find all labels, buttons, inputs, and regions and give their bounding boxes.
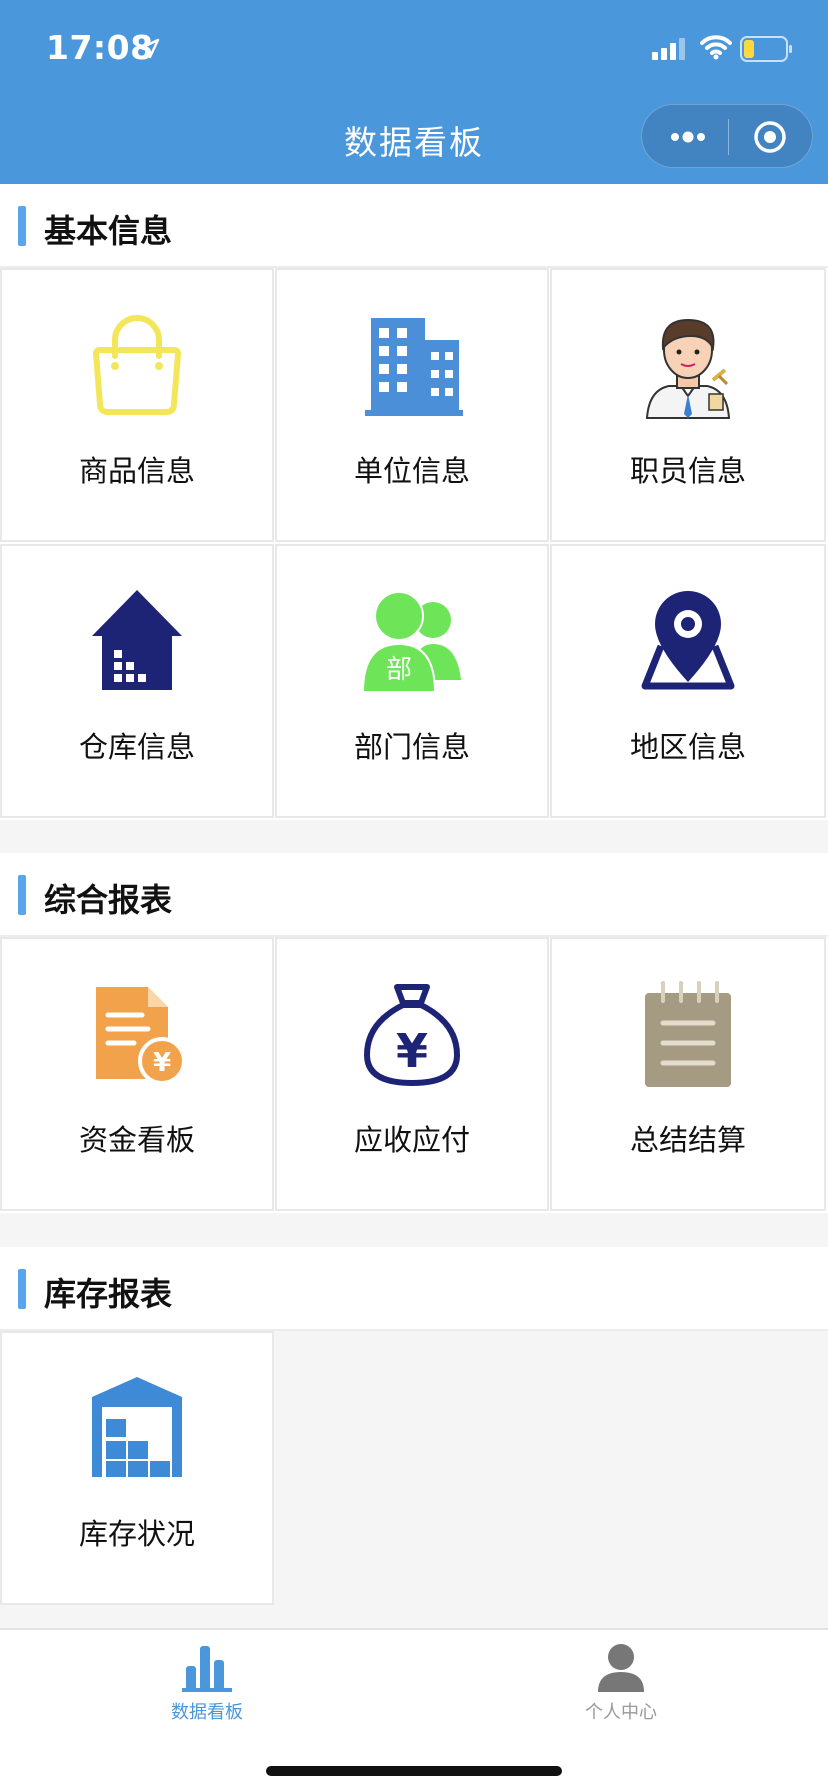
tile-product-info[interactable]: 商品信息 [0,268,274,542]
section-reports: 综合报表 ¥ 资金看板 ¥ 应收应付 总结结算 [0,853,828,1213]
location-arrow-icon [139,38,160,59]
tile-label: 总结结算 [629,1123,746,1157]
tile-summary-settlement[interactable]: 总结结算 [550,937,826,1211]
section-title: 基本信息 [44,212,173,250]
section-accent-bar [18,1269,26,1309]
tile-region-info[interactable]: 地区信息 [550,544,826,818]
employee-icon [645,318,731,419]
tile-unit-info[interactable]: 单位信息 [275,268,549,542]
tile-label: 应收应付 [353,1123,470,1157]
tile-label: 部门信息 [353,730,470,764]
money-bag-icon-text: ¥ [396,1024,428,1078]
tile-label: 单位信息 [353,454,470,488]
department-people-icon: 部 [361,591,461,693]
nav-bar: 数据看板 [0,100,828,184]
department-icon-text: 部 [386,655,412,685]
more-options-icon[interactable] [668,125,708,149]
wifi-icon [700,35,732,60]
section-accent-bar [18,206,26,246]
section-header: 基本信息 [0,184,828,268]
tile-receivable-payable[interactable]: ¥ 应收应付 [275,937,549,1211]
notepad-icon [645,981,731,1087]
shopping-bag-icon [93,315,181,415]
cellular-signal-icon [652,38,685,60]
tile-department-info[interactable]: 部 部门信息 [275,544,549,818]
section-title: 综合报表 [44,881,173,919]
tile-label: 商品信息 [78,454,195,488]
tile-fund-dashboard[interactable]: ¥ 资金看板 [0,937,274,1211]
tile-label: 库存状况 [78,1517,195,1551]
warehouse-house-icon [92,590,182,690]
battery-icon [740,36,792,62]
section-basic-info: 基本信息 商品信息 单位信息 职员信息 仓库信息 部 部门信息 地区信息 [0,184,828,820]
section-accent-bar [18,875,26,915]
tab-label: 个人中心 [585,1702,657,1723]
tile-employee-info[interactable]: 职员信息 [550,268,826,542]
bar-chart-icon [182,1646,232,1692]
status-bar: 17:08 [0,0,828,100]
home-indicator [266,1766,562,1776]
building-icon [365,318,463,416]
section-title: 库存报表 [44,1275,173,1313]
tab-dashboard[interactable]: 数据看板 [0,1630,414,1730]
tile-label: 职员信息 [629,454,746,488]
reports-grid: ¥ 资金看板 ¥ 应收应付 总结结算 [0,937,828,1213]
fund-document-icon: ¥ [96,987,186,1085]
tab-profile[interactable]: 个人中心 [414,1630,828,1730]
close-mini-program-icon[interactable] [752,119,788,155]
tile-label: 资金看板 [78,1123,195,1157]
tile-label: 仓库信息 [78,730,195,764]
tile-label: 地区信息 [629,730,746,764]
tab-label: 数据看板 [171,1702,243,1723]
inventory-warehouse-icon [92,1377,182,1477]
section-header: 综合报表 [0,853,828,937]
inventory-grid: 库存状况 [0,1331,828,1607]
tile-warehouse-info[interactable]: 仓库信息 [0,544,274,818]
section-inventory: 库存报表 库存状况 [0,1247,828,1607]
money-bag-icon: ¥ [364,984,460,1086]
mini-program-capsule [641,104,813,168]
section-header: 库存报表 [0,1247,828,1331]
capsule-divider [728,119,729,155]
map-pin-icon [641,591,735,690]
basic-info-grid: 商品信息 单位信息 职员信息 仓库信息 部 部门信息 地区信息 [0,268,828,820]
user-icon [598,1644,644,1692]
fund-icon-text: ¥ [153,1048,171,1078]
tile-inventory-status[interactable]: 库存状况 [0,1331,274,1605]
